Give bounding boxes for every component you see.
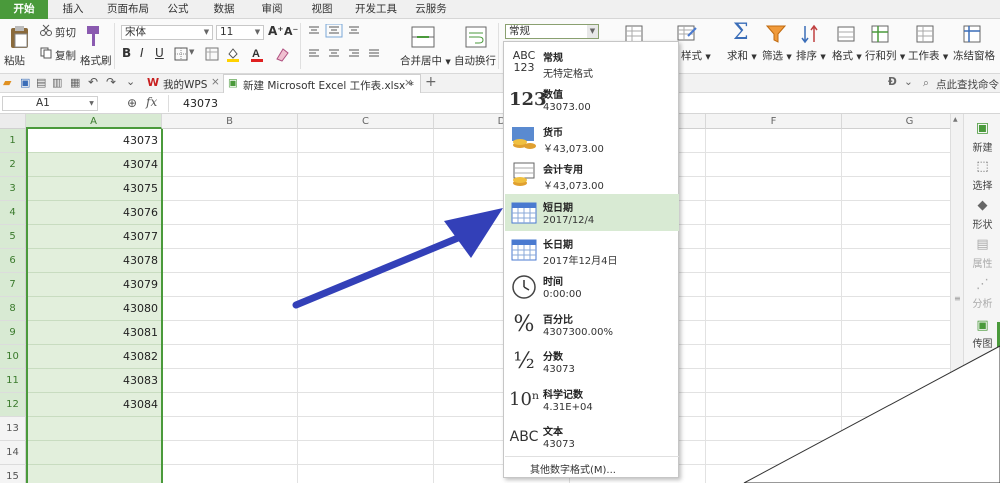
calendar-icon — [509, 200, 539, 226]
format-option-sample: 43073.00 — [543, 102, 591, 114]
format-option[interactable]: % 百分比 4307300.00% — [505, 306, 679, 343]
number-format-icon: 123 — [509, 89, 547, 111]
format-option-label: 常规 — [543, 53, 563, 64]
format-option-sample: 0:00:00 — [543, 289, 582, 301]
accounting-icon — [509, 162, 539, 188]
format-option[interactable]: 123 数值 43073.00 — [505, 81, 679, 118]
format-option[interactable]: 短日期 2017/12/4 — [505, 193, 679, 231]
currency-icon — [509, 125, 539, 151]
format-option-sample: 43073 — [543, 439, 575, 450]
general-format-icon: ABC 123 — [512, 49, 536, 74]
format-option-label: 百分比 — [543, 314, 573, 326]
format-option-sample: ￥43,073.00 — [543, 181, 604, 193]
more-number-formats[interactable]: 其他数字格式(M)... — [530, 461, 616, 476]
format-option[interactable]: ABC 文本 43073 — [505, 418, 679, 455]
number-format-dropdown: ABC 123 常规 无特定格式 123 数值 43073.00 货币 ￥43,073.00 会计… — [503, 41, 679, 478]
format-option[interactable]: 货币 ￥43,073.00 — [505, 119, 679, 156]
format-option[interactable]: ABC 123 常规无特定格式 — [505, 44, 679, 81]
format-option[interactable]: 10ⁿ 科学记数 4.31E+04 — [505, 381, 679, 418]
format-option-label: 分数 — [543, 352, 563, 364]
calendar-icon — [509, 237, 539, 263]
percent-icon: % — [513, 311, 535, 337]
format-option-label: 文本 — [543, 427, 563, 438]
format-option-sample: 无特定格式 — [543, 69, 593, 80]
format-option-label: 会计专用 — [543, 165, 583, 177]
format-option-label: 短日期 — [543, 202, 573, 214]
format-option-label: 科学记数 — [543, 389, 583, 401]
scientific-icon: 10ⁿ — [509, 388, 540, 410]
format-option-sample: 4.31E+04 — [543, 401, 593, 413]
format-option-label: 长日期 — [543, 240, 573, 251]
format-option[interactable]: ½ 分数 43073 — [505, 343, 679, 380]
fraction-icon: ½ — [513, 349, 535, 375]
format-option-sample: 2017年12月4日 — [543, 256, 618, 267]
page-curl-overlay — [743, 345, 1000, 483]
format-option[interactable]: 时间 0:00:00 — [505, 268, 679, 305]
format-option-label: 货币 — [543, 127, 563, 139]
format-option-label: 数值 — [543, 90, 563, 102]
format-option-sample: 4307300.00% — [543, 326, 613, 338]
text-format-icon: ABC — [509, 429, 539, 445]
format-option-sample: ￥43,073.00 — [543, 143, 604, 155]
clock-icon — [509, 274, 539, 300]
format-option[interactable]: 会计专用 ￥43,073.00 — [505, 156, 679, 193]
format-option-label: 时间 — [543, 277, 563, 289]
format-option-sample: 43073 — [543, 364, 575, 376]
format-option[interactable]: 长日期 2017年12月4日 — [505, 231, 679, 268]
format-option-sample: 2017/12/4 — [543, 214, 595, 226]
